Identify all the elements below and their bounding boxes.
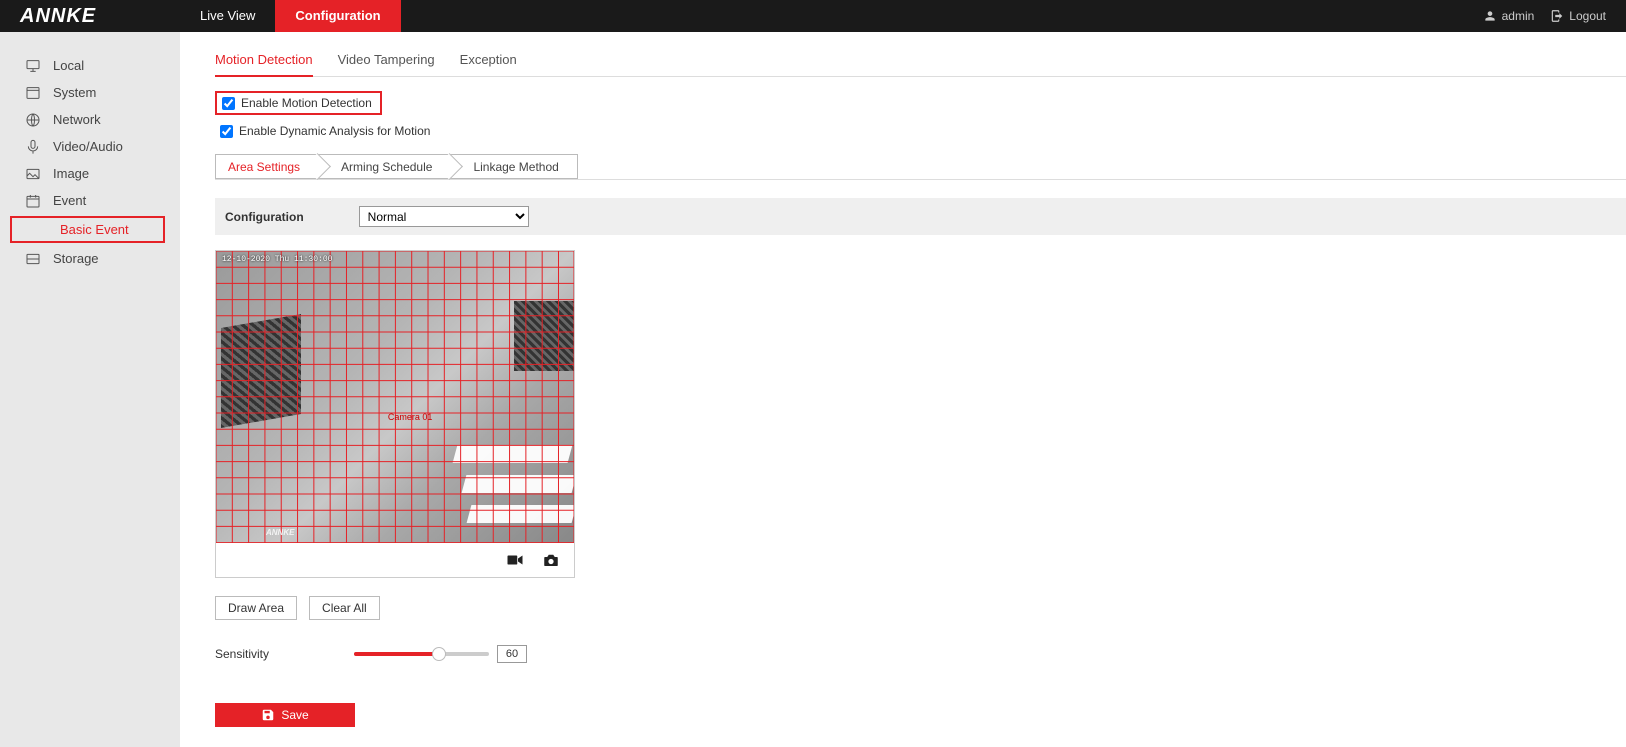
window-icon (25, 85, 41, 101)
sidebar-sub-basic-event[interactable]: Basic Event (10, 216, 165, 243)
storage-icon (25, 251, 41, 267)
globe-icon (25, 112, 41, 128)
logout-label: Logout (1569, 9, 1606, 23)
clear-all-button[interactable]: Clear All (309, 596, 380, 620)
logout-link[interactable]: Logout (1550, 9, 1606, 23)
config-bar: Configuration Normal (215, 198, 1626, 235)
enable-dynamic-row: Enable Dynamic Analysis for Motion (215, 118, 1626, 144)
config-label: Configuration (225, 210, 304, 224)
osd-timestamp: 12-10-2020 Thu 11:30:00 (222, 255, 332, 264)
record-icon[interactable] (506, 552, 524, 568)
user-name-label: admin (1502, 9, 1535, 23)
user-name[interactable]: admin (1483, 9, 1535, 23)
sidebar-label-network: Network (53, 112, 101, 127)
sidebar-label-local: Local (53, 58, 84, 73)
content-area: Motion Detection Video Tampering Excepti… (180, 32, 1626, 747)
sidebar-label-image: Image (53, 166, 89, 181)
nav-configuration[interactable]: Configuration (275, 0, 400, 32)
sidebar-item-system[interactable]: System (0, 79, 180, 106)
subtab-linkage-method[interactable]: Linkage Method (450, 154, 577, 179)
nav-live-view[interactable]: Live View (180, 0, 275, 32)
tab-video-tampering[interactable]: Video Tampering (338, 52, 435, 76)
monitor-icon (25, 58, 41, 74)
tab-exception[interactable]: Exception (460, 52, 517, 76)
sidebar-label-basic-event: Basic Event (60, 222, 129, 237)
sidebar: Local System Network Video/Audio Image E… (0, 32, 180, 747)
sidebar-item-image[interactable]: Image (0, 160, 180, 187)
sidebar-item-event[interactable]: Event (0, 187, 180, 214)
sidebar-item-storage[interactable]: Storage (0, 245, 180, 272)
config-select[interactable]: Normal (359, 206, 529, 227)
motion-grid-overlay (216, 251, 574, 543)
video-watermark: ANNKE (266, 528, 294, 537)
enable-dynamic-label: Enable Dynamic Analysis for Motion (239, 124, 430, 138)
subtab-area-settings[interactable]: Area Settings (215, 154, 318, 179)
tab-motion-detection[interactable]: Motion Detection (215, 52, 313, 77)
top-nav: Live View Configuration (180, 0, 401, 32)
image-icon (25, 166, 41, 182)
draw-area-button[interactable]: Draw Area (215, 596, 297, 620)
enable-motion-checkbox[interactable] (222, 97, 235, 110)
sidebar-item-network[interactable]: Network (0, 106, 180, 133)
sidebar-item-video-audio[interactable]: Video/Audio (0, 133, 180, 160)
subtab-arming-schedule[interactable]: Arming Schedule (318, 154, 450, 179)
sidebar-label-storage: Storage (53, 251, 99, 266)
sensitivity-label: Sensitivity (215, 647, 269, 661)
sub-tabs: Area Settings Arming Schedule Linkage Me… (215, 154, 1626, 180)
sensitivity-value[interactable]: 60 (497, 645, 527, 663)
enable-motion-row: Enable Motion Detection (215, 91, 382, 115)
video-toolbar (216, 543, 574, 577)
header-bar: ANNKE Live View Configuration admin Logo… (0, 0, 1626, 32)
brand-logo: ANNKE (0, 5, 180, 28)
sensitivity-row: Sensitivity 60 (215, 645, 1626, 663)
slider-thumb[interactable] (432, 647, 446, 661)
user-icon (1483, 9, 1497, 23)
save-label: Save (281, 708, 308, 722)
camera-icon[interactable] (542, 552, 560, 568)
mic-icon (25, 139, 41, 155)
video-preview-block: 12-10-2020 Thu 11:30:00 Camera 01 ANNKE (215, 250, 575, 578)
calendar-icon (25, 193, 41, 209)
sidebar-label-event: Event (53, 193, 86, 208)
logout-icon (1550, 9, 1564, 23)
enable-motion-label: Enable Motion Detection (241, 96, 372, 110)
sidebar-label-system: System (53, 85, 96, 100)
sidebar-item-local[interactable]: Local (0, 52, 180, 79)
user-area: admin Logout (1483, 9, 1626, 23)
event-tabs: Motion Detection Video Tampering Excepti… (215, 52, 1626, 77)
video-preview[interactable]: 12-10-2020 Thu 11:30:00 Camera 01 ANNKE (216, 251, 574, 543)
save-button[interactable]: Save (215, 703, 355, 727)
camera-label: Camera 01 (388, 412, 433, 422)
sensitivity-slider[interactable] (354, 652, 489, 656)
enable-dynamic-checkbox[interactable] (220, 125, 233, 138)
sidebar-label-video-audio: Video/Audio (53, 139, 123, 154)
save-icon (261, 708, 275, 722)
